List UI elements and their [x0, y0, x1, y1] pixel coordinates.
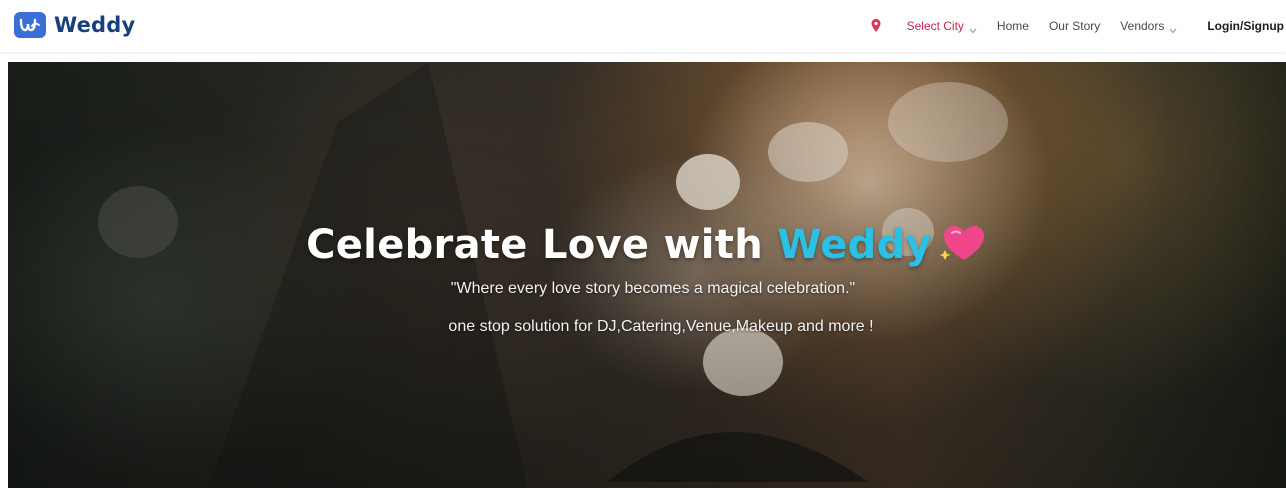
nav-home-link[interactable]: Home — [997, 19, 1029, 33]
hero-title: Celebrate Love with Weddy — [8, 222, 1286, 268]
nav-our-story-link[interactable]: Our Story — [1049, 19, 1100, 33]
hero-quote: "Where every love story becomes a magica… — [450, 280, 856, 297]
weddy-logo-icon — [14, 12, 46, 38]
vendors-label: Vendors — [1120, 19, 1165, 33]
nav-our-story-label: Our Story — [1048, 19, 1101, 33]
top-navbar: Weddy Select City Home Our Story Vendors — [0, 0, 1286, 52]
sparkling-heart-icon — [938, 224, 988, 264]
hero-overlay — [8, 62, 1286, 488]
nav-menu: Select City Home Our Story Vendors Login… — [871, 0, 1284, 52]
vendors-dropdown[interactable]: Vendors — [1120, 19, 1177, 34]
chevron-down-icon — [1169, 23, 1177, 34]
login-signup-link[interactable]: Login/Signup — [1207, 19, 1284, 33]
chevron-down-icon — [969, 23, 977, 34]
nav-home-label: Home — [996, 19, 1029, 33]
map-pin-icon — [871, 19, 881, 33]
hero-title-prefix: Celebrate Love with — [306, 222, 778, 268]
select-city-dropdown[interactable]: Select City — [906, 19, 977, 34]
hero-title-accent: Weddy — [777, 222, 932, 268]
select-city-label: Select City — [906, 19, 964, 33]
brand-name: Weddy — [54, 13, 136, 37]
login-signup-label: Login/Signup — [1207, 19, 1284, 33]
hero-subtitle: one stop solution for DJ,Catering,Venue,… — [448, 318, 874, 335]
hero-banner: Celebrate Love with Weddy "Where every l… — [8, 62, 1286, 488]
brand-logo-link[interactable]: Weddy — [14, 11, 135, 39]
